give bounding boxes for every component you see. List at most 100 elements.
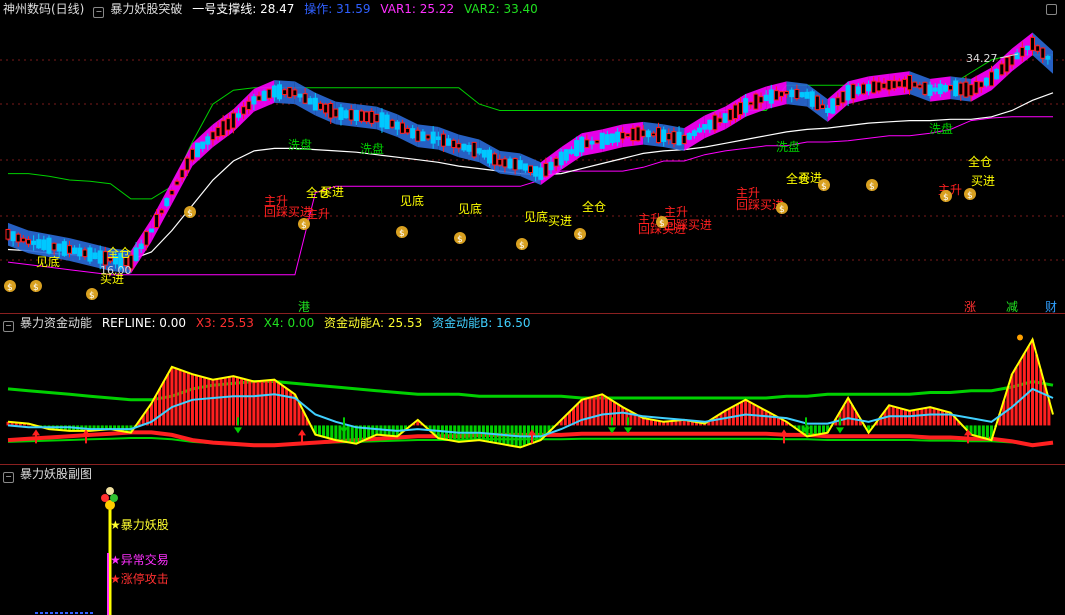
candle-up <box>717 117 723 123</box>
annotation-label: 见底 <box>400 193 424 208</box>
momentum-bar-positive <box>600 394 604 426</box>
candle-up <box>348 109 354 121</box>
candle-up <box>184 157 190 171</box>
candle-up <box>640 129 646 137</box>
momentum-bar-positive <box>178 369 182 426</box>
annotation-label: 见底 <box>36 254 60 269</box>
candle-up <box>948 85 954 91</box>
annotation-label: 全仓 <box>107 245 131 260</box>
candle-up <box>456 143 462 149</box>
candle-up <box>20 237 26 243</box>
momentum-bar-negative <box>334 425 338 441</box>
candle-up <box>266 88 272 99</box>
momentum-bar-positive <box>154 396 158 426</box>
candle-up <box>369 110 375 124</box>
momentum-bar-negative <box>981 425 985 438</box>
momentum-bar-positive <box>219 378 223 426</box>
candle-down <box>435 136 441 141</box>
annotation-label: 买进 <box>548 214 572 228</box>
candle-up <box>901 78 907 88</box>
momentum-bar-positive <box>1026 346 1030 426</box>
candle-up <box>748 101 754 106</box>
candle-up <box>317 102 323 110</box>
momentum-bar-positive <box>170 366 174 426</box>
fund-momentum-panel: − 暴力资金动能 REFLINE: 0.00 X3: 25.53 X4: 0.00… <box>0 314 1065 464</box>
candle-up <box>1009 54 1015 66</box>
candle-down <box>789 89 795 98</box>
candle-up <box>1030 36 1036 51</box>
momentum-bar-negative <box>817 425 821 435</box>
candle-down <box>604 134 610 145</box>
momentum-bar-positive <box>227 376 231 426</box>
candle-up <box>292 89 298 97</box>
candle-up <box>230 112 236 129</box>
candle-down <box>522 163 528 171</box>
candle-down <box>379 112 385 128</box>
candle-down <box>236 113 242 118</box>
candle-down <box>507 158 513 169</box>
candle-up <box>773 90 779 101</box>
momentum-bar-positive <box>928 407 932 426</box>
candle-up <box>189 148 195 161</box>
candle-up <box>860 83 866 95</box>
momentum-bar-positive <box>260 380 264 426</box>
momentum-bar-positive <box>1031 339 1035 426</box>
momentum-bar-negative <box>317 425 321 436</box>
candle-up <box>492 153 498 166</box>
momentum-bar-positive <box>744 399 748 426</box>
candle-down <box>61 241 67 256</box>
candle-down <box>855 86 861 95</box>
momentum-bar-negative <box>809 425 813 436</box>
candle-up <box>256 95 262 101</box>
candle-up <box>154 214 160 229</box>
momentum-bar-positive <box>604 396 608 426</box>
momentum-bar-positive <box>256 381 260 426</box>
candle-down <box>384 114 390 130</box>
momentum-bar-positive <box>162 381 166 426</box>
candle-down <box>676 131 682 146</box>
candle-up <box>374 113 380 123</box>
candle-up <box>405 127 411 134</box>
momentum-bar-positive <box>617 404 621 426</box>
candle-up <box>5 228 11 240</box>
candle-up <box>891 80 897 89</box>
candle-down <box>261 90 267 102</box>
candle-up <box>850 83 856 100</box>
candle-up <box>973 81 979 94</box>
candle-up <box>512 158 518 171</box>
candle-down <box>702 124 708 130</box>
candle-up <box>784 90 790 95</box>
momentum-bar-positive <box>621 407 625 426</box>
candle-up <box>15 233 21 243</box>
momentum-bar-positive <box>924 407 928 426</box>
candle-down <box>563 149 569 161</box>
momentum-bar-positive <box>748 402 752 426</box>
candle-down <box>574 140 580 156</box>
momentum-bar-positive <box>584 398 588 426</box>
candle-down <box>46 237 52 254</box>
main-plot: 34.2716.00洗盘 洗盘洗盘洗盘全仓全仓全仓全仓全仓见底见底见底见底买进买进… <box>0 32 1065 301</box>
candle-down <box>548 161 554 171</box>
candle-down <box>353 110 359 121</box>
candle-up <box>328 103 334 119</box>
candle-up <box>143 231 149 246</box>
candle-down <box>97 250 103 264</box>
candle-up <box>758 96 764 104</box>
candle-down <box>804 91 810 99</box>
momentum-bar-positive <box>912 410 916 426</box>
momentum-bar-positive <box>846 398 850 426</box>
candle-down <box>430 131 436 144</box>
annotation-label: 买进 <box>971 174 995 188</box>
momentum-bar-positive <box>252 381 256 426</box>
candle-down <box>92 252 98 260</box>
momentum-bar-positive <box>272 379 276 426</box>
momentum-bar-positive <box>1022 353 1026 426</box>
candle-down <box>77 247 83 257</box>
signal-ball-icon <box>101 494 109 502</box>
momentum-bar-positive <box>276 382 280 426</box>
candle-up <box>553 157 559 167</box>
main-chart-panel: 神州数码(日线) − 暴力妖股突破 一号支撑线: 28.47 操作: 31.59 V… <box>0 0 1065 314</box>
momentum-bar-positive <box>592 396 596 426</box>
candle-up <box>179 169 185 179</box>
candle-up <box>917 84 923 89</box>
